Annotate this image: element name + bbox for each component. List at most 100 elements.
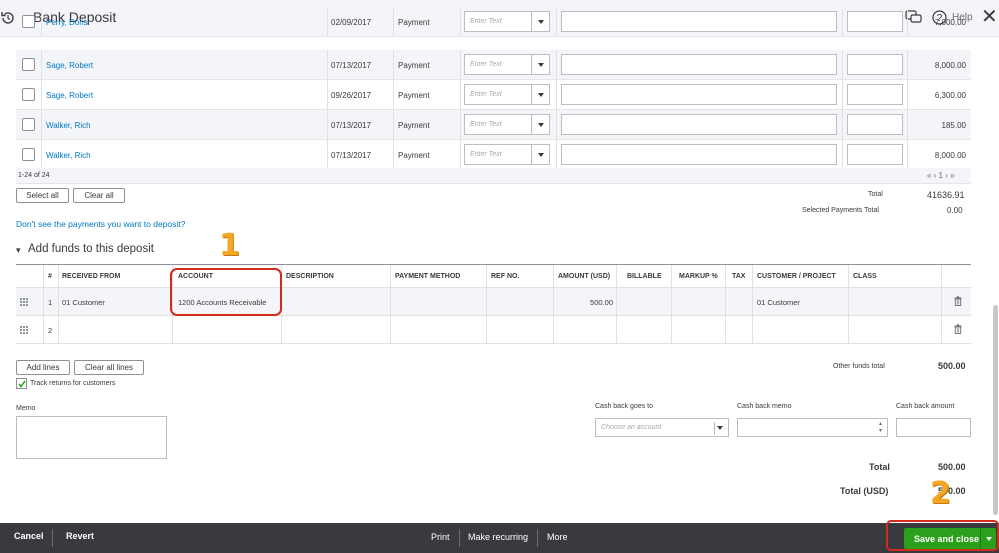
divider bbox=[58, 316, 59, 343]
cancel-button[interactable]: Cancel bbox=[14, 531, 44, 541]
cash-back-memo-input[interactable]: ▴ ▾ bbox=[737, 418, 888, 437]
payment-ref-input[interactable] bbox=[847, 114, 903, 135]
payment-customer-link[interactable]: Walker, Rich bbox=[46, 151, 91, 160]
memo-input[interactable] bbox=[16, 416, 167, 459]
chevron-down-icon[interactable] bbox=[531, 55, 549, 74]
chevron-down-icon[interactable] bbox=[531, 85, 549, 104]
payment-memo-input[interactable] bbox=[561, 114, 837, 135]
grand-total-value: 500.00 bbox=[938, 462, 966, 472]
payment-date: 07/13/2017 bbox=[331, 61, 372, 70]
payment-memo-input[interactable] bbox=[561, 144, 837, 165]
divider bbox=[556, 80, 557, 110]
payment-checkbox[interactable] bbox=[22, 58, 35, 71]
divider bbox=[752, 316, 753, 343]
divider bbox=[327, 50, 328, 80]
customer-project-cell[interactable]: 01 Customer bbox=[757, 298, 800, 307]
received-from-cell[interactable]: 01 Customer bbox=[62, 298, 105, 307]
divider bbox=[393, 50, 394, 80]
payment-checkbox[interactable] bbox=[22, 15, 35, 28]
payment-date: 09/26/2017 bbox=[331, 91, 372, 100]
collapse-icon[interactable]: ▾ bbox=[16, 245, 21, 256]
select-all-button[interactable]: Select all bbox=[16, 188, 69, 203]
track-returns-checkbox[interactable] bbox=[16, 378, 27, 389]
clear-all-lines-button[interactable]: Clear all lines bbox=[74, 360, 144, 375]
column-header: BILLABLE bbox=[627, 273, 662, 280]
payment-customer-link[interactable]: Sage, Robert bbox=[46, 91, 93, 100]
payment-ref-input[interactable] bbox=[847, 11, 903, 32]
chevron-down-icon[interactable] bbox=[531, 115, 549, 134]
divider bbox=[907, 140, 908, 170]
pager[interactable]: « ‹ 1 › » bbox=[927, 171, 955, 180]
payment-amount: 185.00 bbox=[941, 121, 966, 130]
payment-customer-link[interactable]: Sage, Robert bbox=[46, 61, 93, 70]
trash-icon[interactable] bbox=[954, 296, 962, 306]
drag-handle-icon[interactable] bbox=[20, 326, 28, 334]
payment-checkbox[interactable] bbox=[22, 88, 35, 101]
divider bbox=[41, 110, 42, 140]
payment-ref-input[interactable] bbox=[847, 144, 903, 165]
fund-row[interactable]: 2 bbox=[16, 316, 971, 344]
annotation-2: 2 bbox=[930, 476, 951, 511]
payment-ref-input[interactable] bbox=[847, 84, 903, 105]
divider bbox=[281, 316, 282, 343]
bottom-action-bar: Cancel Revert Print Make recurring More bbox=[0, 523, 999, 553]
payment-method-select[interactable]: Enter Text bbox=[464, 11, 550, 32]
payment-row[interactable]: Sage, Robert 07/13/2017 Payment Enter Text 8… bbox=[16, 50, 971, 80]
payment-type: Payment bbox=[398, 151, 430, 160]
fund-row[interactable]: 1 01 Customer 1200 Accounts Receivable 500.… bbox=[16, 288, 971, 316]
add-funds-heading: Add funds to this deposit bbox=[28, 243, 154, 255]
payment-row[interactable]: Walker, Rich 07/13/2017 Payment Enter Text 8… bbox=[16, 140, 971, 170]
divider bbox=[616, 316, 617, 343]
scrollbar[interactable] bbox=[993, 305, 998, 515]
cash-back-account-select[interactable]: Choose an account bbox=[595, 418, 729, 437]
up-arrow-icon[interactable]: ▴ bbox=[879, 420, 882, 427]
line-number: 1 bbox=[48, 298, 53, 307]
trash-icon[interactable] bbox=[954, 324, 962, 334]
divider bbox=[848, 265, 849, 288]
divider bbox=[460, 9, 461, 37]
divider bbox=[941, 288, 942, 315]
print-button[interactable]: Print bbox=[431, 532, 450, 542]
divider bbox=[327, 9, 328, 37]
selected-payments-value: 0.00 bbox=[947, 206, 963, 215]
payment-memo-input[interactable] bbox=[561, 11, 837, 32]
payment-customer-link[interactable]: Walker, Rich bbox=[46, 121, 91, 130]
revert-button[interactable]: Revert bbox=[66, 531, 94, 541]
clear-all-button[interactable]: Clear all bbox=[73, 188, 125, 203]
make-recurring-button[interactable]: Make recurring bbox=[468, 532, 528, 542]
divider bbox=[327, 110, 328, 140]
chevron-down-icon[interactable] bbox=[531, 12, 549, 31]
annotation-1: 1 bbox=[219, 228, 240, 263]
payment-row[interactable]: Walker, Rich 07/13/2017 Payment Enter Text 1… bbox=[16, 110, 971, 140]
history-icon[interactable] bbox=[0, 10, 16, 26]
payment-amount: 8,000.00 bbox=[934, 151, 966, 160]
payment-row[interactable]: Sage, Robert 09/26/2017 Payment Enter Text 6… bbox=[16, 80, 971, 110]
cash-back-amount-input[interactable] bbox=[896, 418, 971, 437]
chevron-down-icon[interactable] bbox=[531, 145, 549, 164]
divider bbox=[752, 265, 753, 288]
payment-ref-input[interactable] bbox=[847, 54, 903, 75]
payment-method-select[interactable]: Enter Text bbox=[464, 84, 550, 105]
payment-method-select[interactable]: Enter Text bbox=[464, 114, 550, 135]
payment-method-select[interactable]: Enter Text bbox=[464, 144, 550, 165]
payment-type: Payment bbox=[398, 121, 430, 130]
close-icon[interactable]: ✕ bbox=[981, 7, 998, 27]
payment-method-select[interactable]: Enter Text bbox=[464, 54, 550, 75]
payment-memo-input[interactable] bbox=[561, 84, 837, 105]
down-arrow-icon[interactable]: ▾ bbox=[879, 427, 882, 434]
payment-row[interactable]: Perry, Doris 02/09/2017 Payment Enter Text 7… bbox=[16, 9, 971, 37]
line-number: 2 bbox=[48, 326, 53, 335]
cash-back-account-placeholder: Choose an account bbox=[601, 424, 662, 431]
more-button[interactable]: More bbox=[547, 532, 568, 542]
drag-handle-icon[interactable] bbox=[20, 298, 28, 306]
amount-cell[interactable]: 500.00 bbox=[553, 298, 613, 307]
payment-customer-link[interactable]: Perry, Doris bbox=[46, 18, 88, 27]
add-lines-button[interactable]: Add lines bbox=[16, 360, 70, 375]
payment-checkbox[interactable] bbox=[22, 148, 35, 161]
payment-checkbox[interactable] bbox=[22, 118, 35, 131]
missing-payments-link[interactable]: Don't see the payments you want to depos… bbox=[16, 219, 185, 229]
total-usd-label: Total (USD) bbox=[840, 486, 889, 496]
payment-memo-input[interactable] bbox=[561, 54, 837, 75]
divider bbox=[553, 316, 554, 343]
divider bbox=[537, 529, 538, 547]
